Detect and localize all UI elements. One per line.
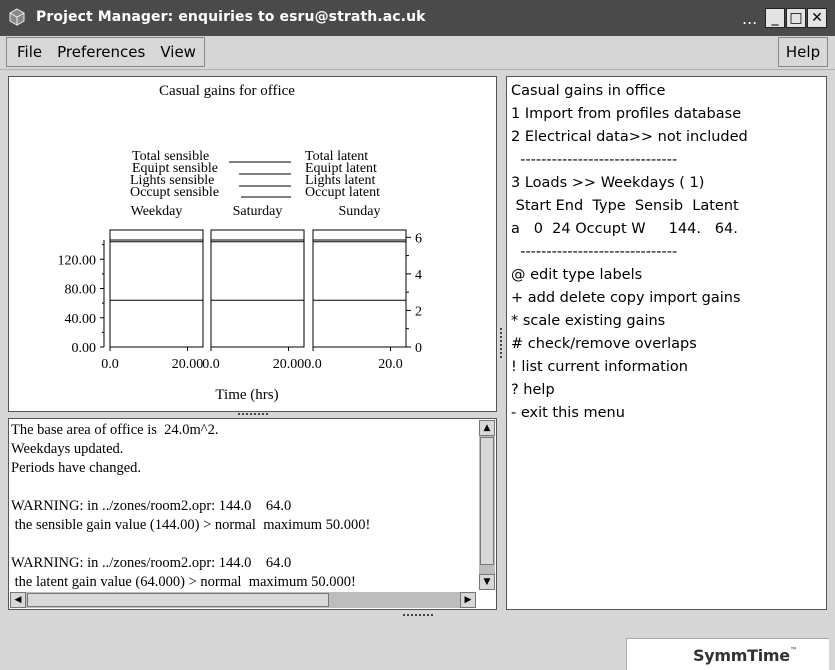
close-icon: ✕ <box>811 10 823 26</box>
menu-option[interactable]: # check/remove overlaps <box>511 333 748 356</box>
menu-option[interactable]: 1 Import from profiles database <box>511 103 748 126</box>
x-tick-label: 20.00 <box>273 357 305 372</box>
close-button[interactable]: ✕ <box>807 8 827 28</box>
x-tick-label: 0.0 <box>101 357 119 372</box>
console-line: The base area of office is 24.0m^2. <box>11 422 219 438</box>
graphic-panel: Casual gains for office Total sensible E… <box>8 76 497 412</box>
menu-info-line: ------------------------------ <box>511 152 678 168</box>
console-line: the latent gain value (64.000) > normal … <box>11 574 356 590</box>
plot-panel-frame <box>312 229 407 348</box>
legend: Total sensible Equipt sensible Lights se… <box>130 149 380 200</box>
menu-info-line: Start End Type Sensib Latent <box>511 198 739 214</box>
scroll-up-arrow-icon[interactable]: ▲ <box>479 420 495 436</box>
menu-option[interactable]: ! list current information <box>511 356 748 379</box>
more-button[interactable]: ... <box>742 9 757 28</box>
menu-option[interactable]: * scale existing gains <box>511 310 748 333</box>
menu-preferences[interactable]: Preferences <box>47 43 150 61</box>
x-tick-label: 0.0 <box>202 357 220 372</box>
left-axis-tick-label: 80.00 <box>65 283 97 298</box>
menu-option[interactable]: 2 Electrical data>> not included <box>511 126 748 149</box>
panel-resize-grip[interactable] <box>238 413 268 417</box>
menu-panel: Casual gains in office 1 Import from prof… <box>506 76 827 610</box>
minimize-button[interactable]: _ <box>765 8 785 28</box>
horizontal-scroll-thumb[interactable] <box>27 593 329 607</box>
menu-option[interactable]: 3 Loads >> Weekdays ( 1) <box>511 172 748 195</box>
x-tick-label: 20.00 <box>172 357 204 372</box>
minimize-icon: _ <box>771 10 779 26</box>
maximize-icon: □ <box>789 10 803 26</box>
x-axis-label: Time (hrs) <box>215 387 278 403</box>
plot-panel-frame <box>210 229 305 348</box>
menu-info-line: a 0 24 Occupt W 144. 64. <box>511 221 738 237</box>
panel-label-weekday: Weekday <box>131 204 183 219</box>
right-axis-tick-label: 6 <box>415 231 422 246</box>
maximize-button[interactable]: □ <box>786 8 806 28</box>
message-resize-grip[interactable] <box>403 614 433 618</box>
panel-resize-grip-vertical[interactable] <box>500 328 504 358</box>
chart-title: Casual gains for office <box>159 83 295 99</box>
cube-app-icon <box>9 8 25 26</box>
panel-label-sunday: Sunday <box>339 204 381 219</box>
console-output: The base area of office is 24.0m^2. Weekd… <box>11 421 477 592</box>
left-axis-tick-label: 120.00 <box>58 253 97 268</box>
x-tick-label: 0.0 <box>304 357 322 372</box>
console-vertical-scrollbar[interactable]: ▲ ▼ <box>479 420 495 590</box>
menu-option[interactable]: @ edit type labels <box>511 264 748 287</box>
console-line: WARNING: in ../zones/room2.opr: 144.0 64… <box>11 498 292 514</box>
menu-group: File Preferences View <box>6 37 205 67</box>
help-button[interactable]: Help <box>778 37 828 67</box>
menu-title: Casual gains in office <box>511 83 666 99</box>
left-axis-tick-label: 0.00 <box>72 341 97 356</box>
scroll-left-arrow-icon[interactable]: ◀ <box>10 592 26 608</box>
right-axis-tick-label: 2 <box>415 304 422 319</box>
casual-gains-menu: Casual gains in office 1 Import from prof… <box>511 80 748 425</box>
console-line: WARNING: in ../zones/room2.opr: 144.0 64… <box>11 555 292 571</box>
right-axis-tick-label: 4 <box>415 268 422 283</box>
casual-gains-chart: Casual gains for office Total sensible E… <box>58 83 423 403</box>
left-axis-tick-label: 40.00 <box>65 312 97 327</box>
menu-view[interactable]: View <box>150 43 204 61</box>
title-bar: Project Manager: enquiries to esru@strat… <box>0 0 835 36</box>
console-line: Periods have changed. <box>11 460 142 476</box>
plot-panel-frame <box>109 229 204 348</box>
logo-text: SymmTime™ <box>693 646 798 665</box>
menu-option[interactable]: - exit this menu <box>511 402 748 425</box>
plot-area: Weekday0.0 20.00Saturday0.0 20.00Sunday0.0… <box>58 204 423 372</box>
scroll-down-arrow-icon[interactable]: ▼ <box>479 574 495 590</box>
menu-file[interactable]: File <box>7 43 47 61</box>
console-line: Weekdays updated. <box>11 441 124 457</box>
console-horizontal-scrollbar[interactable]: ◀ ▶ <box>10 592 476 608</box>
vertical-scroll-thumb[interactable] <box>480 437 494 565</box>
menu-option[interactable]: ? help <box>511 379 748 402</box>
right-axis-tick-label: 0 <box>415 341 422 356</box>
logo-trademark: ™ <box>789 646 798 655</box>
legend-occupt-latent: Occupt latent <box>305 185 380 200</box>
logo-name: SymmTime <box>693 646 790 665</box>
console-panel: The base area of office is 24.0m^2. Weekd… <box>8 418 497 610</box>
console-line: the sensible gain value (144.00) > norma… <box>11 517 371 533</box>
menu-option[interactable]: + add delete copy import gains <box>511 287 748 310</box>
symmtime-logo: SymmTime™ <box>626 638 829 670</box>
legend-occupt-sensible: Occupt sensible <box>130 185 219 200</box>
window-title: Project Manager: enquiries to esru@strat… <box>36 9 426 25</box>
panel-label-saturday: Saturday <box>233 204 283 219</box>
menu-bar: File Preferences View Help <box>0 36 835 70</box>
menu-info-line: ------------------------------ <box>511 244 678 260</box>
scroll-right-arrow-icon[interactable]: ▶ <box>460 592 476 608</box>
x-tick-label: 20.0 <box>378 357 403 372</box>
